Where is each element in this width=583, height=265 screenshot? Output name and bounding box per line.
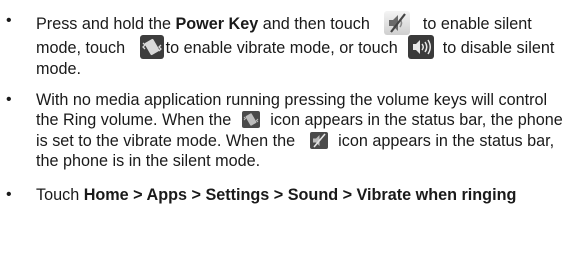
list-item-silent-mode: • Press and hold the Power Key and then … (0, 11, 583, 80)
vibrate-status-icon (241, 111, 260, 128)
item-text: and then touch (258, 15, 370, 33)
silent-mode-icon (384, 11, 411, 35)
silent-status-icon (309, 131, 328, 149)
power-key-label: Power Key (175, 15, 259, 33)
sound-on-icon (408, 35, 435, 59)
item-text: Press and hold the (36, 15, 176, 33)
item-text: to enable vibrate mode, or touch (165, 39, 398, 57)
item-text: Touch (36, 185, 84, 204)
list-item-vibrate-settings: • Touch Home > Apps > Settings > Sound >… (0, 185, 583, 206)
list-item-volume-keys: • With no media application running pres… (0, 90, 583, 172)
bullet: • (6, 90, 12, 108)
bullet: • (6, 12, 12, 29)
vibrate-mode-icon (139, 35, 164, 59)
instruction-list: • Press and hold the Power Key and then … (0, 0, 583, 205)
bullet: • (6, 185, 12, 203)
settings-path: Home > Apps > Settings > Sound > Vibrate… (83, 185, 517, 204)
